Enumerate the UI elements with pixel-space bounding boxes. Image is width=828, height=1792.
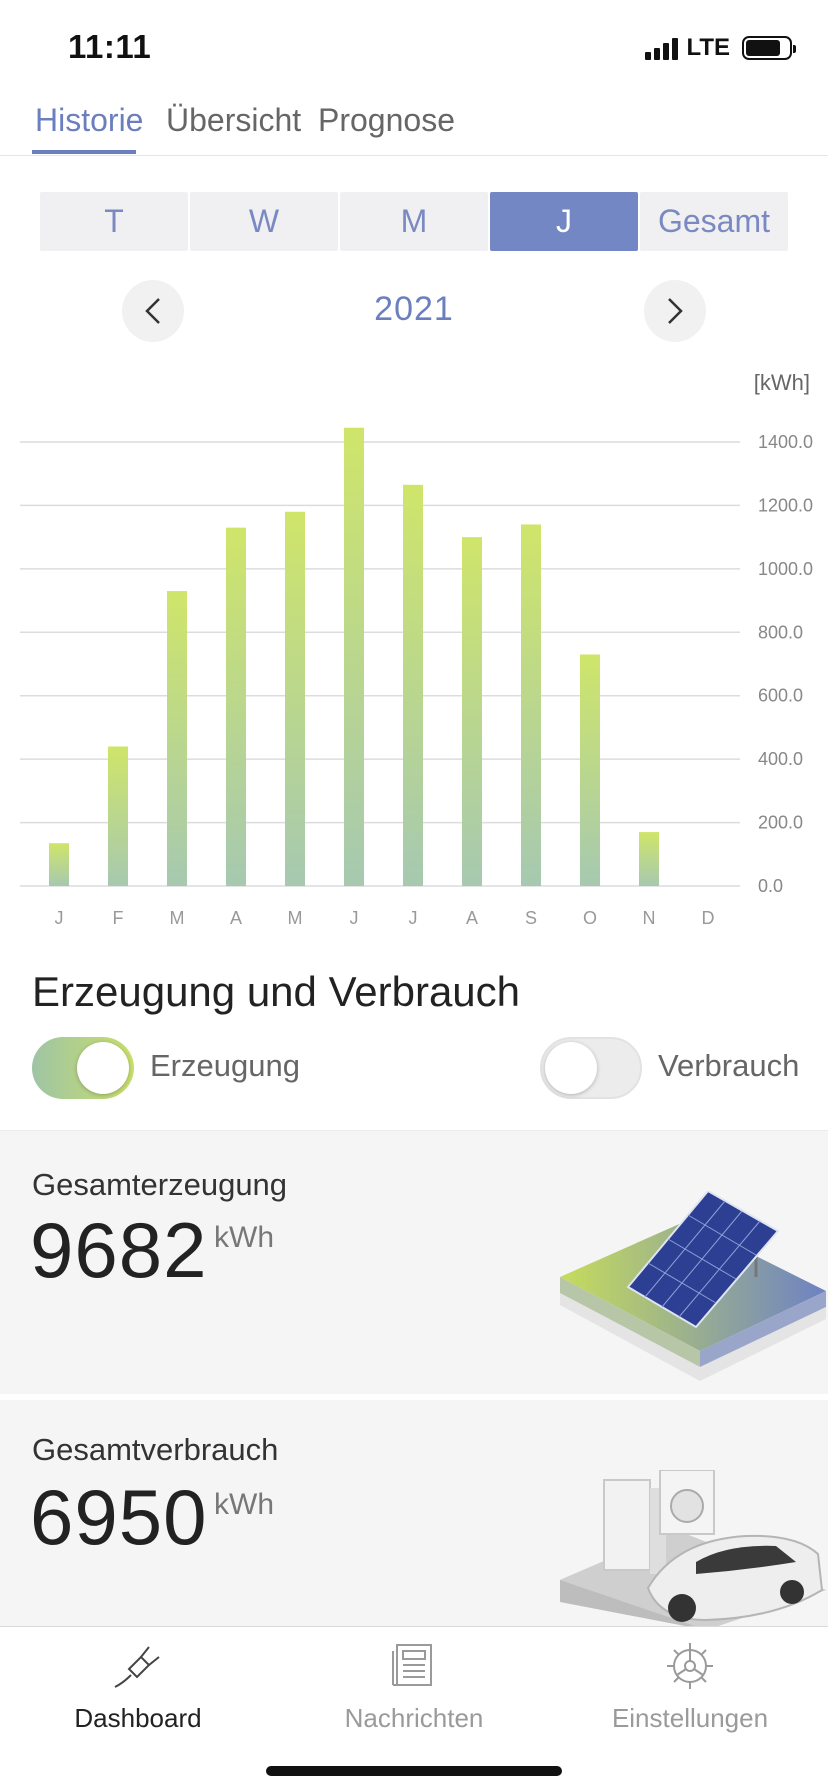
home-indicator (266, 1766, 562, 1776)
bar-1[interactable] (108, 746, 128, 886)
erzeugung-toggle-label: Erzeugung (150, 1048, 300, 1083)
period-selector: T W M J Gesamt (40, 192, 788, 251)
top-tabs: Historie Übersicht Prognose (0, 100, 828, 156)
newspaper-icon (392, 1644, 432, 1686)
bar-6[interactable] (403, 484, 423, 886)
x-tick-label: A (230, 908, 242, 928)
x-tick-label: N (643, 908, 656, 928)
solar-panel-illustration (560, 1191, 826, 1381)
total-consumption-card[interactable]: Gesamtverbrauch 6950 kWh (0, 1400, 828, 1628)
year-navigation: 2021 (0, 280, 828, 342)
network-label: LTE (686, 34, 730, 61)
x-tick-label: A (466, 908, 478, 928)
status-time: 11:11 (68, 28, 152, 65)
x-tick-label: O (583, 908, 597, 928)
next-year-button[interactable] (644, 280, 706, 342)
total-production-card[interactable]: Gesamterzeugung 9682 kWh (0, 1130, 828, 1394)
x-tick-label: M (170, 908, 185, 928)
toggle-knob (77, 1042, 129, 1094)
plug-icon (114, 1646, 160, 1688)
nav-dashboard-label: Dashboard (74, 1703, 202, 1733)
segment-month[interactable]: M (340, 192, 488, 251)
nav-nachrichten[interactable]: Nachrichten (276, 1639, 552, 1734)
erzeugung-toggle[interactable] (32, 1037, 134, 1099)
segment-week[interactable]: W (190, 192, 338, 251)
bar-4[interactable] (285, 511, 305, 886)
bar-10[interactable] (639, 832, 659, 886)
status-bar: 11:11 LTE (0, 0, 828, 100)
x-tick-label: J (55, 908, 64, 928)
y-tick-label: 0.0 (758, 876, 783, 896)
bar-0[interactable] (49, 843, 69, 886)
bar-9[interactable] (580, 654, 600, 886)
nav-nachrichten-label: Nachrichten (344, 1703, 484, 1733)
x-tick-label: D (702, 908, 715, 928)
segment-total[interactable]: Gesamt (640, 192, 788, 251)
y-tick-label: 400.0 (758, 749, 803, 769)
appliances-car-illustration (560, 1470, 826, 1628)
segment-year[interactable]: J (490, 192, 638, 251)
nav-einstellungen-label: Einstellungen (611, 1703, 769, 1733)
card-title: Gesamterzeugung (32, 1167, 288, 1202)
bar-chart: [kWh] 0.0 200.0 400.0 600.0 800.0 1000.0 1200.… (20, 370, 813, 928)
segment-day[interactable]: T (40, 192, 188, 251)
x-tick-label: S (525, 908, 537, 928)
unit-label: [kWh] (754, 370, 810, 395)
card-title: Gesamtverbrauch (32, 1432, 279, 1467)
bar-5[interactable] (344, 427, 364, 886)
verbrauch-toggle-label: Verbrauch (658, 1048, 800, 1083)
card-value: 6950 (30, 1473, 208, 1561)
x-tick-label: J (409, 908, 418, 928)
bar-2[interactable] (167, 591, 187, 886)
x-tick-label: M (288, 908, 303, 928)
y-tick-label: 1200.0 (758, 495, 813, 515)
tab-uebersicht[interactable]: Übersicht (166, 102, 301, 139)
section-title: Erzeugung und Verbrauch (32, 968, 521, 1015)
gear-icon (667, 1643, 713, 1689)
signal-icon (645, 36, 679, 60)
y-tick-label: 200.0 (758, 813, 803, 833)
x-tick-label: J (350, 908, 359, 928)
y-tick-label: 600.0 (758, 686, 803, 706)
verbrauch-toggle[interactable] (540, 1037, 642, 1099)
card-unit: kWh (214, 1221, 274, 1254)
tab-historie[interactable]: Historie (35, 102, 143, 139)
y-tick-label: 800.0 (758, 622, 803, 642)
card-unit: kWh (214, 1488, 274, 1521)
battery-icon (742, 36, 796, 60)
yearly-production-chart: [kWh] 0.0 200.0 400.0 600.0 800.0 1000.0 1200.… (0, 360, 828, 940)
bar-7[interactable] (462, 537, 482, 886)
y-tick-label: 1400.0 (758, 432, 813, 452)
chevron-right-icon (668, 298, 683, 324)
toggle-knob (545, 1042, 597, 1094)
y-tick-label: 1000.0 (758, 559, 813, 579)
nav-dashboard[interactable]: Dashboard (0, 1639, 276, 1734)
x-tick-label: F (113, 908, 124, 928)
bar-8[interactable] (521, 524, 541, 886)
active-tab-indicator (32, 150, 136, 154)
card-value: 9682 (30, 1206, 208, 1294)
tab-prognose[interactable]: Prognose (318, 102, 455, 139)
bar-3[interactable] (226, 527, 246, 886)
status-indicators: LTE (645, 34, 796, 62)
nav-einstellungen[interactable]: Einstellungen (552, 1639, 828, 1734)
